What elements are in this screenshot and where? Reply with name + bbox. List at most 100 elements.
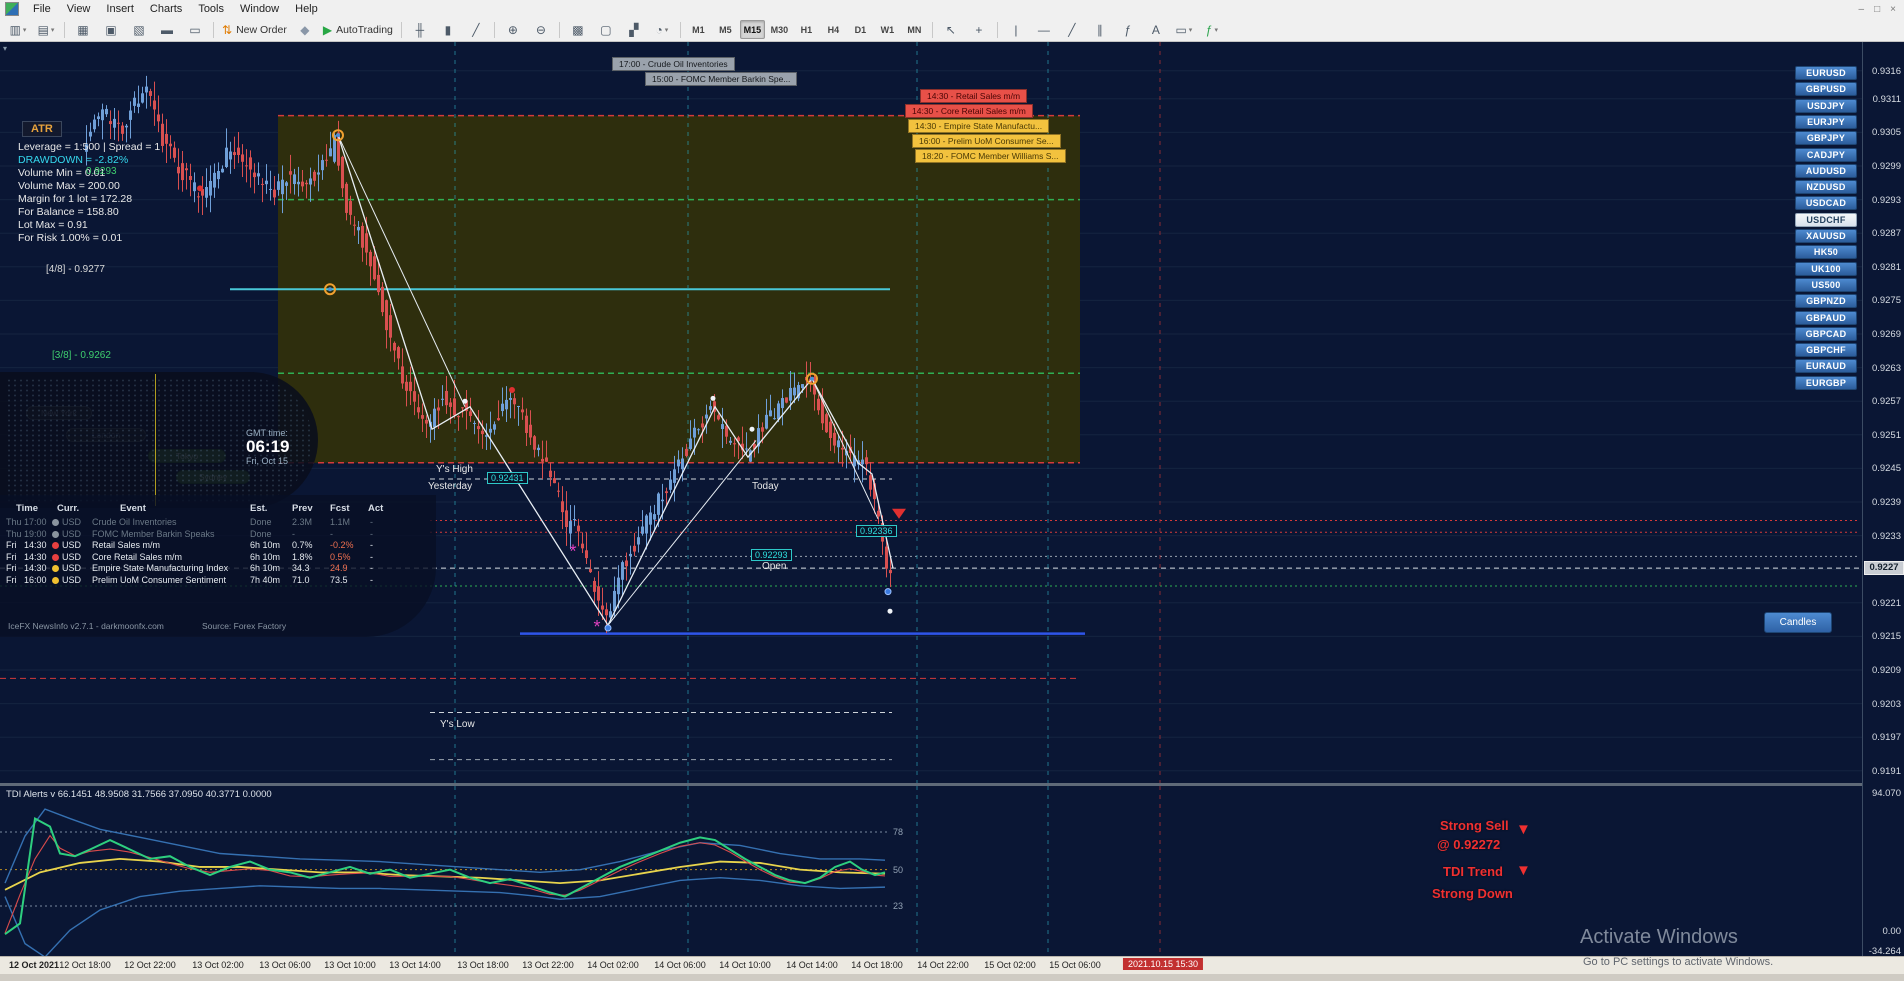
restore-icon[interactable]: □ [1874, 4, 1880, 15]
price-axis[interactable]: 0.9316 0.9311 0.9305 0.9299 0.9293 0.9287 0.92… [1862, 42, 1904, 957]
cell-fcst: 24.9 [330, 563, 348, 573]
watchlist-gbpaud[interactable]: GBPAUD [1795, 310, 1857, 325]
navigator-button[interactable]: ▧ [126, 19, 152, 41]
autotrading-button[interactable]: ▶ AutoTrading [320, 19, 396, 41]
menu-item-window[interactable]: Window [232, 2, 287, 16]
menu-item-file[interactable]: File [25, 2, 59, 16]
watchlist-xauusd[interactable]: XAUUSD [1795, 229, 1857, 243]
watchlist-cadjpy[interactable]: CADJPY [1795, 147, 1857, 162]
market-watch-button[interactable]: ▦ [70, 19, 96, 41]
table-header-time: Time [16, 503, 39, 514]
cell-est: Done [250, 517, 272, 527]
watchlist-eurgbp[interactable]: EURGBP [1795, 375, 1857, 390]
watchlist-uk100[interactable]: UK100 [1795, 261, 1857, 276]
time-tick: 14 Oct 02:00 [587, 960, 639, 970]
one-click-trading-toggle[interactable]: ▾ [3, 44, 7, 53]
menu-item-insert[interactable]: Insert [98, 2, 142, 16]
watchlist-euraud[interactable]: EURAUD [1795, 359, 1857, 374]
watchlist-usdcad[interactable]: USDCAD [1795, 196, 1857, 211]
shapes-button[interactable]: ▭ ▾ [1171, 19, 1197, 41]
watchlist-eurjpy[interactable]: EURJPY [1795, 114, 1857, 129]
watchlist-gbpcad[interactable]: GBPCAD [1795, 326, 1857, 341]
cell-currency: USD [62, 517, 82, 527]
crosshair-icon: + [975, 22, 983, 37]
cascade-windows-button[interactable]: ▢ [593, 19, 619, 41]
news-calendar-table: IceFX NewsInfo v2.7.1 - darkmoonfx.com S… [0, 495, 436, 637]
candlestick-chart-button[interactable]: ▮ [435, 19, 461, 41]
profiles-button[interactable]: ▤ ▾ [33, 19, 59, 41]
horizontal-line-button[interactable]: — [1031, 19, 1057, 41]
channel-button[interactable]: ∥ [1087, 19, 1113, 41]
grid-button[interactable]: ▞ [621, 19, 647, 41]
strategy-tester-button[interactable]: ▭ [182, 19, 208, 41]
cell-event: Prelim UoM Consumer Sentiment [92, 574, 227, 585]
table-header-est: Est. [250, 503, 268, 514]
timeframe-m15[interactable]: M15 [739, 20, 765, 39]
timeframe-h1[interactable]: H1 [794, 20, 819, 39]
timeframe-m30[interactable]: M30 [767, 20, 792, 39]
objects-button[interactable]: ◔ ▾ [649, 19, 675, 41]
bar-chart-button[interactable]: ╫ [407, 19, 433, 41]
line-chart-button[interactable]: ╱ [463, 19, 489, 41]
fibonacci-button[interactable]: ƒ [1115, 19, 1141, 41]
impact-dot [52, 553, 59, 561]
watchlist-audusd[interactable]: AUDUSD [1795, 163, 1857, 178]
impact-dot [52, 565, 59, 572]
watchlist-gbpchf[interactable]: GBPCHF [1795, 343, 1857, 358]
indicators-button[interactable]: ƒ ▾ [1199, 19, 1225, 41]
cursor-button[interactable]: ↖ [938, 19, 964, 41]
vertical-line-button[interactable]: | [1003, 19, 1029, 41]
watchlist-gbpusd[interactable]: GBPUSD [1795, 82, 1857, 97]
data-window-button[interactable]: ▣ [98, 19, 124, 41]
candles-button[interactable]: Candles [1764, 612, 1832, 633]
timeframe-m5[interactable]: M5 [713, 20, 738, 39]
new-order-label: New Order [236, 23, 287, 36]
minimize-icon[interactable]: – [1859, 4, 1865, 15]
zoom-in-button[interactable]: ⊕ [500, 19, 526, 41]
watchlist-usdchf[interactable]: USDCHF [1795, 212, 1857, 227]
timeframe-d1[interactable]: D1 [848, 20, 873, 39]
mt4-window: File View Insert Charts Tools Window Help – □ × … [0, 0, 1904, 981]
text-label-button[interactable]: A [1143, 19, 1169, 41]
timeframe-m1[interactable]: M1 [686, 20, 711, 39]
zoom-out-button[interactable]: ⊖ [528, 19, 554, 41]
watchlist-usdjpy[interactable]: USDJPY [1795, 98, 1857, 113]
watchlist-gbpjpy[interactable]: GBPJPY [1795, 131, 1857, 146]
terminal-button[interactable]: ▬ [154, 19, 180, 41]
toolbar-separator [931, 21, 933, 38]
menu-item-charts[interactable]: Charts [142, 2, 190, 16]
cell-act: - [370, 563, 373, 573]
tile-windows-button[interactable]: ▩ [565, 19, 591, 41]
cell-currency: USD [62, 540, 82, 550]
time-tick: 15 Oct 06:00 [1049, 960, 1101, 970]
time-tick: 13 Oct 06:00 [259, 960, 311, 970]
close-icon[interactable]: × [1890, 4, 1896, 15]
watchlist-eurusd[interactable]: EURUSD [1795, 66, 1857, 80]
cell-time: 14:30 [24, 563, 47, 573]
watchlist-gbpnzd[interactable]: GBPNZD [1795, 294, 1857, 309]
trendline-button[interactable]: ╱ [1059, 19, 1085, 41]
watchlist-hk50[interactable]: HK50 [1795, 245, 1857, 260]
watchlist-us500[interactable]: US500 [1795, 277, 1857, 292]
menu-item-help[interactable]: Help [287, 2, 326, 16]
metaeditor-button[interactable]: ◆ [292, 19, 318, 41]
timeframe-mn[interactable]: MN [902, 20, 927, 39]
toolbar-separator [213, 21, 214, 38]
new-chart-button[interactable]: ▥ ▾ [5, 19, 31, 41]
timeframe-h4[interactable]: H4 [821, 20, 846, 39]
current-price-tag: 0.9227 [1864, 561, 1904, 576]
time-tick: 12 Oct 22:00 [124, 960, 176, 970]
crosshair-button[interactable]: + [966, 19, 992, 41]
new-chart-icon: ▥ [9, 22, 21, 37]
cell-prev: 2.3M [292, 517, 313, 527]
watchlist-nzdusd[interactable]: NZDUSD [1795, 180, 1857, 195]
chart-label: Yesterday [428, 481, 473, 492]
new-order-button[interactable]: ⇅ New Order [219, 19, 290, 41]
cell-prev: 71.0 [292, 574, 310, 585]
menu-item-tools[interactable]: Tools [190, 2, 232, 16]
menu-item-view[interactable]: View [59, 2, 99, 16]
timeframe-w1[interactable]: W1 [875, 20, 900, 39]
price-tick: 0.9281 [1871, 261, 1901, 273]
bar-chart-icon: ╫ [415, 22, 425, 37]
cursor-icon: ↖ [945, 22, 956, 37]
